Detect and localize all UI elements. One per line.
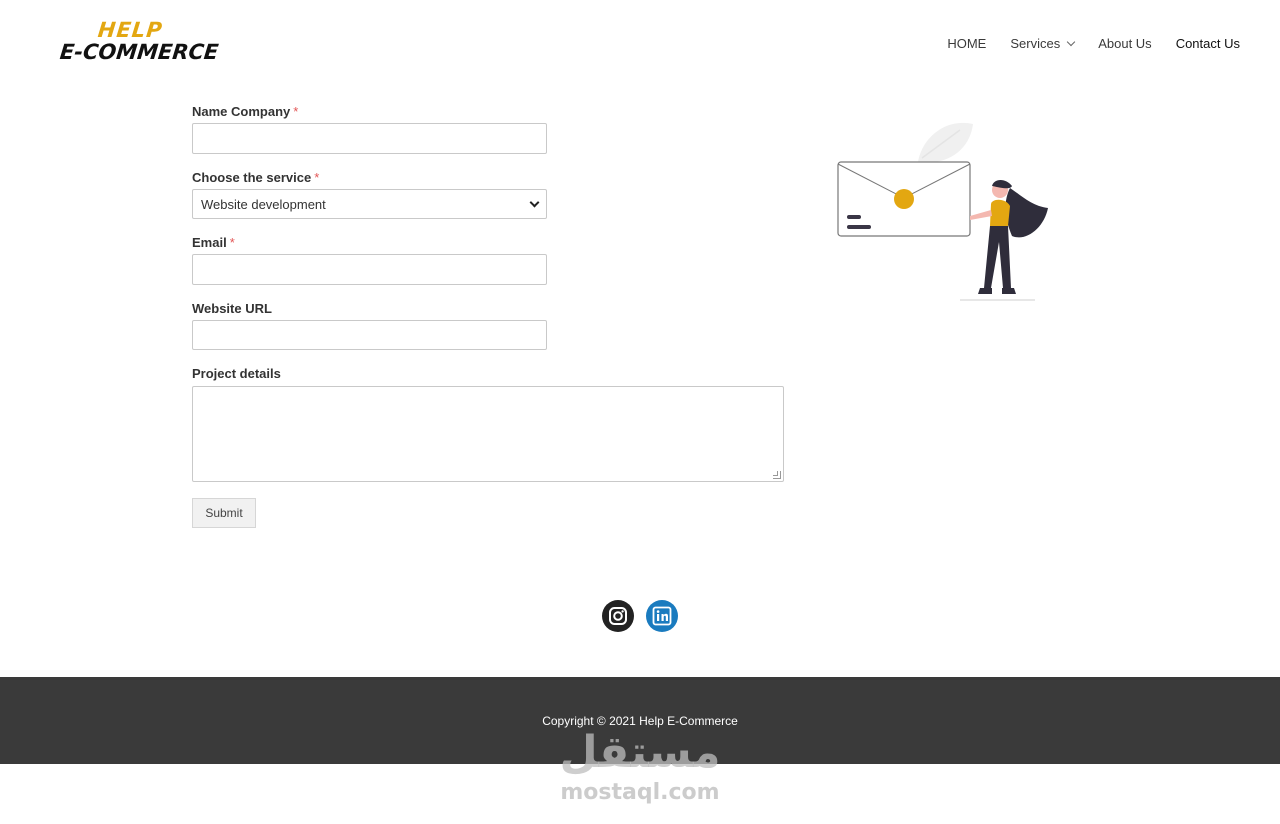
nav-about-label: About Us [1098, 36, 1152, 51]
site-header: HELP E-COMMERCE HOME Services About Us C… [0, 0, 1280, 90]
watermark-arabic: مستقل [559, 727, 721, 778]
service-label: Choose the service * [192, 170, 319, 188]
watermark: مستقل mostaql.com [540, 728, 740, 818]
website-label: Website URL [192, 301, 272, 316]
nav-home-label: HOME [947, 36, 987, 51]
required-mark: * [293, 104, 299, 119]
details-label: Project details [192, 366, 281, 381]
nav-contact-label: Contact Us [1175, 36, 1240, 51]
required-mark: * [229, 235, 235, 250]
main-nav: HOME Services About Us Contact Us [923, 36, 1240, 51]
watermark-latin: mostaql.com [560, 780, 720, 805]
project-details-textarea[interactable] [192, 386, 784, 482]
company-input[interactable] [192, 123, 547, 154]
chevron-down-icon [1066, 37, 1076, 47]
nav-services-label: Services [1010, 36, 1061, 51]
email-label: Email * [192, 235, 235, 253]
required-mark: * [314, 170, 320, 185]
nav-item-contact[interactable]: Contact Us [1176, 36, 1240, 51]
details-field-group: Project details [192, 366, 281, 384]
nav-item-services[interactable]: Services [1010, 36, 1076, 51]
website-field-group: Website URL [192, 301, 272, 319]
company-label-text: Name Company [192, 104, 291, 119]
service-select[interactable]: Website development [192, 189, 547, 219]
nav-item-about[interactable]: About Us [1098, 36, 1151, 51]
linkedin-icon[interactable] [646, 600, 678, 632]
chevron-down-icon [529, 197, 540, 207]
email-label-text: Email [192, 235, 227, 250]
copyright-text: Copyright © 2021 Help E-Commerce [542, 713, 738, 728]
email-field-group: Email * [192, 235, 235, 253]
envelope-woman-illustration [830, 118, 1060, 308]
logo[interactable]: HELP E-COMMERCE [59, 18, 220, 66]
nav-item-home[interactable]: HOME [947, 36, 986, 51]
website-url-input[interactable] [192, 320, 547, 350]
company-field-group: Name Company * [192, 104, 298, 122]
email-field[interactable] [192, 254, 547, 285]
logo-ecommerce-text: E-COMMERCE [58, 40, 220, 64]
resize-handle-icon[interactable] [773, 471, 781, 479]
submit-button[interactable]: Submit [192, 498, 256, 528]
logo-help-text: HELP [96, 18, 164, 42]
service-label-text: Choose the service [192, 170, 312, 185]
instagram-icon[interactable] [602, 600, 634, 632]
service-field-group: Choose the service * [192, 170, 319, 188]
company-label: Name Company * [192, 104, 298, 122]
social-links [602, 600, 678, 632]
service-select-value: Website development [201, 196, 326, 212]
